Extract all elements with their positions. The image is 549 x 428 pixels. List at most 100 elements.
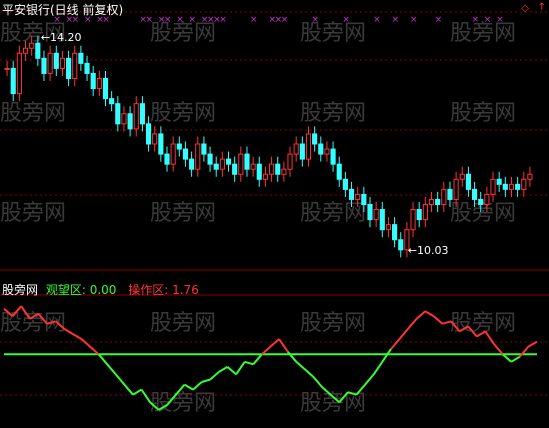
candle-body <box>121 113 127 125</box>
candle-body <box>78 52 84 64</box>
candle-body <box>515 183 521 190</box>
candle-body <box>385 224 392 231</box>
candle-body <box>213 163 219 170</box>
candle-body <box>305 133 312 160</box>
candle-body <box>287 153 293 170</box>
watermark-text: 股旁网 <box>300 311 366 336</box>
candle-body <box>441 188 447 205</box>
candle-body <box>29 42 35 49</box>
candle-body <box>176 143 182 150</box>
candle-body <box>238 153 244 175</box>
candle-body <box>435 198 441 205</box>
signal-marker: × <box>471 15 479 25</box>
signal-marker: × <box>176 15 184 25</box>
candle-body <box>361 193 367 205</box>
candle-body <box>490 178 496 195</box>
candle-body <box>22 47 29 54</box>
candle-body <box>158 133 164 155</box>
candle-body <box>152 133 158 145</box>
candle-body <box>484 193 490 205</box>
candle-body <box>508 183 515 190</box>
candle-body <box>299 143 305 160</box>
candle-body <box>35 42 41 59</box>
watermark-text: 股旁网 <box>0 201 66 226</box>
signal-marker: × <box>496 15 504 25</box>
diamond-icon[interactable]: ◇ <box>521 3 529 14</box>
signal-marker: × <box>373 15 381 25</box>
candle-body <box>502 183 508 190</box>
signal-marker: × <box>250 15 258 25</box>
candle-body <box>250 163 256 170</box>
candle-body <box>496 178 502 185</box>
candle-body <box>478 198 484 205</box>
watermark-text: 股旁网 <box>300 201 366 226</box>
candle-body <box>47 52 53 74</box>
candle-body <box>453 178 459 200</box>
candle-body <box>275 163 281 175</box>
watermark-text: 股旁网 <box>300 101 366 126</box>
candle-body <box>342 178 348 190</box>
signal-marker: × <box>219 15 227 25</box>
candle-body <box>72 52 78 79</box>
candle-body <box>373 209 379 221</box>
chart-stage: 股旁网 股旁网 股旁网 股旁网 股旁网 股旁网 股旁网 股旁网 股旁网 股旁网 股旁网 股旁网 股旁网股… <box>0 0 549 424</box>
candle-body <box>139 103 145 125</box>
candle-body <box>422 203 428 221</box>
candle-body <box>102 77 109 100</box>
candle-body <box>392 224 398 241</box>
candle-body <box>84 62 90 74</box>
candle-body <box>262 173 269 180</box>
candle-body <box>447 188 453 200</box>
candle-body <box>189 158 195 170</box>
candle-body <box>416 209 422 221</box>
signal-marker: × <box>435 15 443 25</box>
candle-body <box>269 163 275 175</box>
watermark-text: 股旁网 <box>450 101 516 126</box>
watermark-text: 股旁网 <box>150 201 216 226</box>
candle-body <box>219 158 225 170</box>
indicator-name: 股旁网 <box>2 283 39 297</box>
candle-body <box>170 143 176 165</box>
candle-body <box>182 148 189 160</box>
candle-body <box>428 198 435 205</box>
candle-body <box>379 209 385 231</box>
arrow-icon[interactable]: ↑ <box>538 2 546 13</box>
candle-body <box>521 178 527 190</box>
high-annotation: ←14.20 <box>41 31 82 44</box>
chart-title: 平安银行(日线 前复权) <box>2 3 124 17</box>
candle-body <box>201 143 207 155</box>
watermark-text: 股旁网 <box>150 311 216 336</box>
candle-body <box>10 67 16 95</box>
candle-body <box>53 52 59 69</box>
candle-body <box>115 103 121 125</box>
signal-marker: × <box>342 15 350 25</box>
signal-marker: × <box>410 15 418 25</box>
signal-marker: × <box>392 15 400 25</box>
candle-body <box>207 153 213 165</box>
candle-body <box>471 188 478 200</box>
candle-body <box>348 188 355 200</box>
candle-body <box>59 57 66 69</box>
candle-body <box>225 158 232 165</box>
watermark-text: 股旁网 <box>0 101 66 126</box>
candle-body <box>398 239 404 251</box>
indicator-label-b: 操作区: 1.76 <box>128 283 199 297</box>
candle-body <box>232 163 238 175</box>
candle-body <box>109 98 115 105</box>
candle-body <box>318 143 324 155</box>
candle-body <box>164 153 170 165</box>
candle-body <box>336 163 342 180</box>
candle-body <box>312 133 318 145</box>
signal-marker: × <box>281 15 289 25</box>
signal-marker: × <box>484 15 492 25</box>
chart-svg: 股旁网 股旁网 股旁网 股旁网股旁网 股旁网 股旁网 股旁网股旁网 股旁网 股旁网 股旁网股旁网股… <box>0 11 549 416</box>
candle-body <box>459 173 465 180</box>
candle-body <box>293 143 299 155</box>
watermark-text: 股旁网 <box>150 101 216 126</box>
candle-body <box>410 209 416 231</box>
signal-marker: × <box>189 15 197 25</box>
candle-body <box>324 148 330 155</box>
signal-marker: × <box>145 15 153 25</box>
candle-body <box>244 153 250 170</box>
candle-body <box>41 57 47 74</box>
